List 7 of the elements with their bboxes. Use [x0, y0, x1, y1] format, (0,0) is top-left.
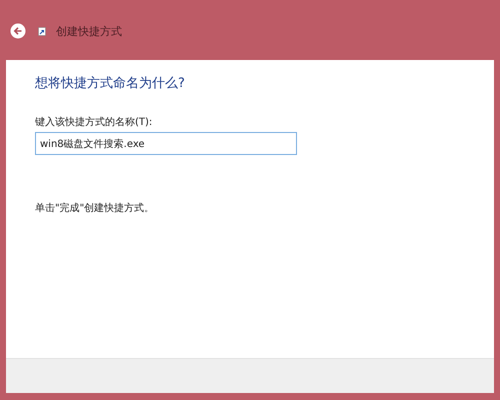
dialog-heading: 想将快捷方式命名为什么? — [35, 75, 186, 92]
window-title: 创建快捷方式 — [56, 24, 122, 38]
shortcut-icon — [38, 26, 46, 36]
instruction-text: 单击"完成"创建快捷方式。 — [35, 202, 156, 215]
name-input-field[interactable]: win8磁盘文件搜索.exe — [35, 132, 297, 155]
field-label: 键入该快捷方式的名称(T): — [35, 116, 154, 129]
back-icon[interactable] — [10, 23, 26, 39]
